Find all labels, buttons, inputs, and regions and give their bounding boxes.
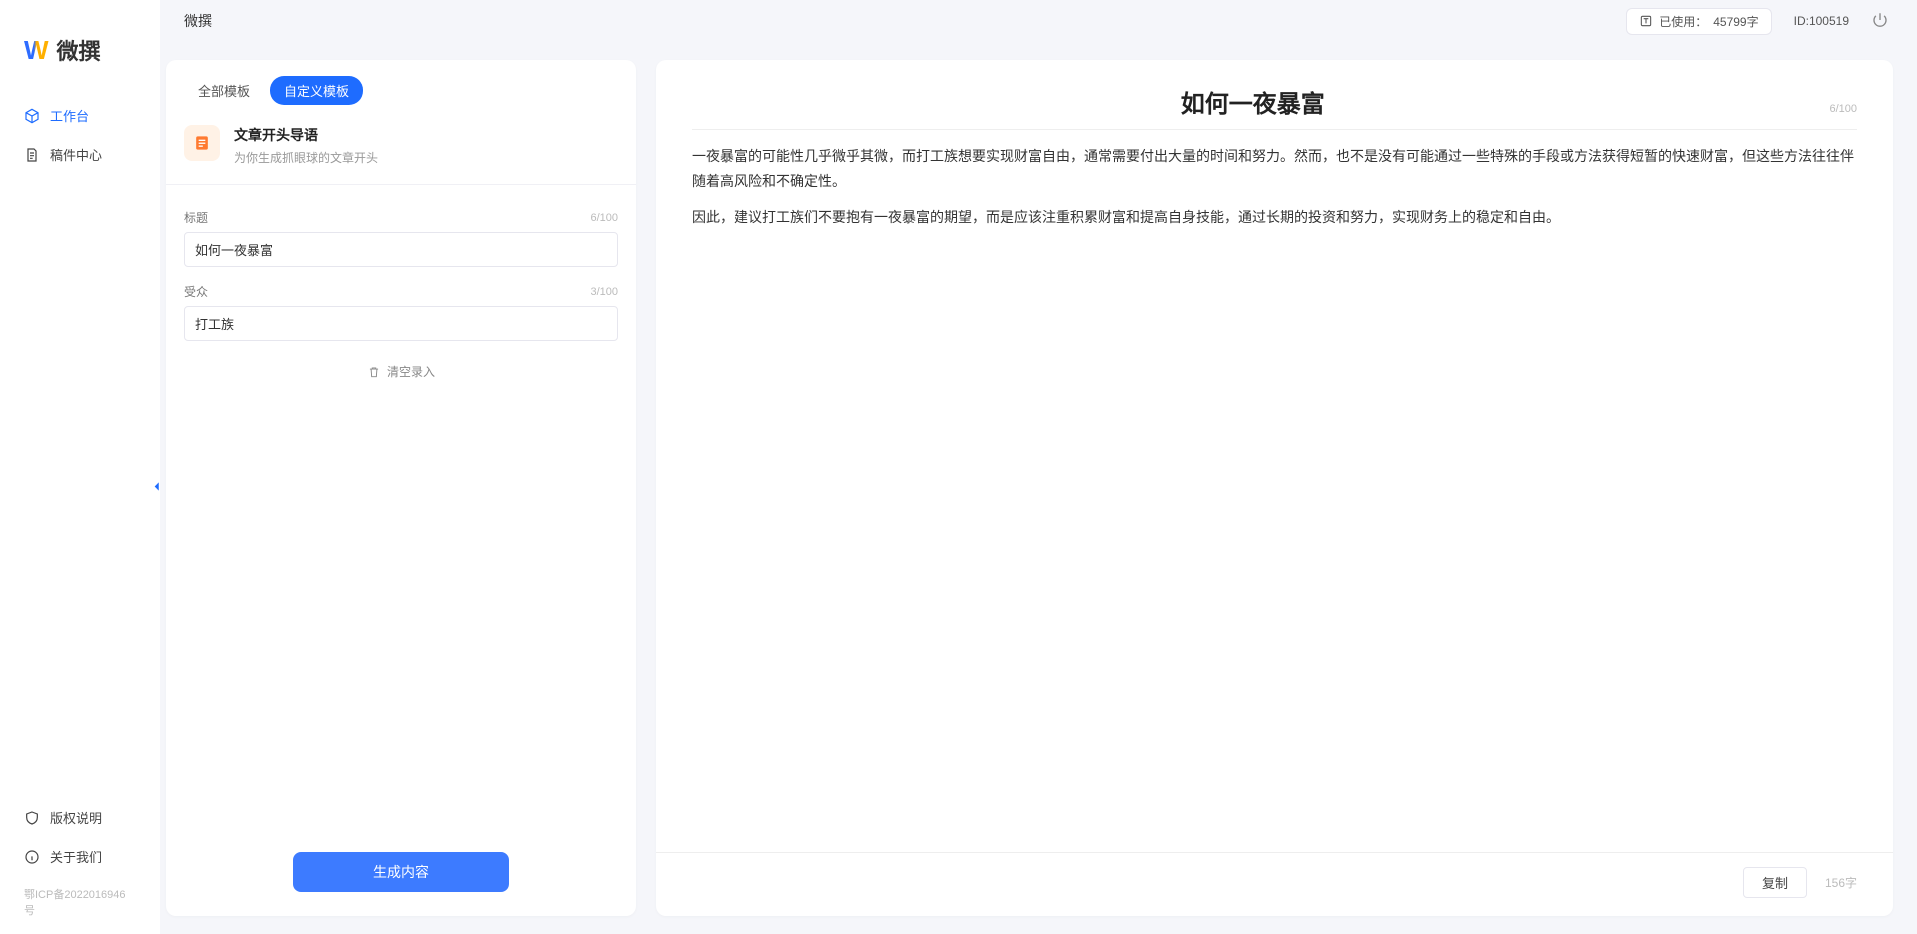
template-meta: 文章开头导语 为你生成抓眼球的文章开头: [234, 125, 378, 166]
main: 微撰 已使用： 45799字 ID:100519 全部模板 自定义模板: [160, 0, 1917, 934]
logo-mark-icon: W: [24, 35, 49, 66]
output-paragraph: 因此，建议打工族们不要抱有一夜暴富的期望，而是应该注重积累财富和提高自身技能，通…: [692, 205, 1857, 230]
output: 如何一夜暴富 6/100 一夜暴富的可能性几乎微乎其微，而打工族想要实现财富自由…: [656, 60, 1893, 852]
info-icon: [24, 849, 40, 865]
chevron-left-icon: [150, 477, 164, 497]
file-text-icon: [192, 133, 212, 153]
sidebar-item-label: 工作台: [50, 106, 89, 125]
usage-count: 45799字: [1713, 13, 1758, 30]
spacer: [692, 242, 1857, 853]
sidebar-item-copyright[interactable]: 版权说明: [0, 798, 160, 837]
user-id: ID:100519: [1794, 14, 1849, 28]
output-paragraph: 一夜暴富的可能性几乎微乎其微，而打工族想要实现财富自由，通常需要付出大量的时间和…: [692, 144, 1857, 193]
right-panel: 如何一夜暴富 6/100 一夜暴富的可能性几乎微乎其微，而打工族想要实现财富自由…: [656, 60, 1893, 916]
usage-pill[interactable]: 已使用： 45799字: [1626, 8, 1771, 35]
title-input[interactable]: [184, 232, 618, 267]
sidebar-item-label: 关于我们: [50, 847, 102, 866]
output-title-counter: 6/100: [1829, 103, 1857, 115]
tab-custom-templates[interactable]: 自定义模板: [270, 76, 363, 105]
sidebar-item-workbench[interactable]: 工作台: [0, 96, 160, 135]
template-header: 文章开头导语 为你生成抓眼球的文章开头: [166, 111, 636, 176]
sidebar-item-about[interactable]: 关于我们: [0, 837, 160, 876]
topbar: 微撰 已使用： 45799字 ID:100519: [160, 0, 1917, 42]
template-desc: 为你生成抓眼球的文章开头: [234, 149, 378, 166]
generate-button[interactable]: 生成内容: [293, 852, 509, 892]
document-icon: [24, 147, 40, 163]
sidebar-item-label: 版权说明: [50, 808, 102, 827]
output-header: 如何一夜暴富 6/100: [692, 84, 1857, 130]
output-title: 如何一夜暴富: [692, 84, 1813, 119]
logout-button[interactable]: [1871, 11, 1889, 32]
brand-name: 微撰: [57, 34, 101, 66]
output-body: 一夜暴富的可能性几乎微乎其微，而打工族想要实现财富自由，通常需要付出大量的时间和…: [692, 130, 1857, 242]
sidebar-item-label: 稿件中心: [50, 145, 102, 164]
usage-prefix: 已使用：: [1659, 13, 1707, 30]
output-footer: 复制 156字: [656, 852, 1893, 916]
output-char-count: 156字: [1825, 874, 1857, 891]
shield-icon: [24, 810, 40, 826]
sidebar: W 微撰 工作台 稿件中心 版权说明 关于我们 鄂ICP备2022016946号: [0, 0, 160, 934]
nav: 工作台 稿件中心: [0, 96, 160, 798]
sidebar-item-drafts[interactable]: 稿件中心: [0, 135, 160, 174]
audience-input[interactable]: [184, 306, 618, 341]
clear-button[interactable]: 清空录入: [184, 341, 618, 388]
icp-footer: 鄂ICP备2022016946号: [0, 876, 160, 918]
power-icon: [1871, 11, 1889, 29]
logo: W 微撰: [0, 16, 160, 96]
collapse-handle[interactable]: [150, 477, 164, 500]
title-label: 标题: [184, 209, 208, 226]
template-title: 文章开头导语: [234, 125, 378, 145]
tab-all-templates[interactable]: 全部模板: [184, 76, 264, 105]
spacer: [166, 388, 636, 838]
audience-label: 受众: [184, 283, 208, 300]
sidebar-bottom: 版权说明 关于我们 鄂ICP备2022016946号: [0, 798, 160, 918]
cube-icon: [24, 108, 40, 124]
left-panel: 全部模板 自定义模板 文章开头导语 为你生成抓眼球的文章开头 标题 6/100: [166, 60, 636, 916]
template-tabs: 全部模板 自定义模板: [166, 60, 636, 111]
title-counter: 6/100: [590, 212, 618, 224]
template-icon: [184, 125, 220, 161]
copy-button[interactable]: 复制: [1743, 867, 1807, 898]
clear-label: 清空录入: [387, 363, 435, 380]
generate-wrap: 生成内容: [166, 838, 636, 916]
field-audience: 受众 3/100: [184, 283, 618, 341]
text-icon: [1639, 14, 1653, 28]
field-title: 标题 6/100: [184, 209, 618, 267]
content-row: 全部模板 自定义模板 文章开头导语 为你生成抓眼球的文章开头 标题 6/100: [160, 42, 1917, 934]
form: 标题 6/100 受众 3/100 清空录入: [166, 185, 636, 388]
audience-counter: 3/100: [590, 286, 618, 298]
page-title: 微撰: [184, 11, 1626, 31]
trash-icon: [367, 365, 381, 379]
